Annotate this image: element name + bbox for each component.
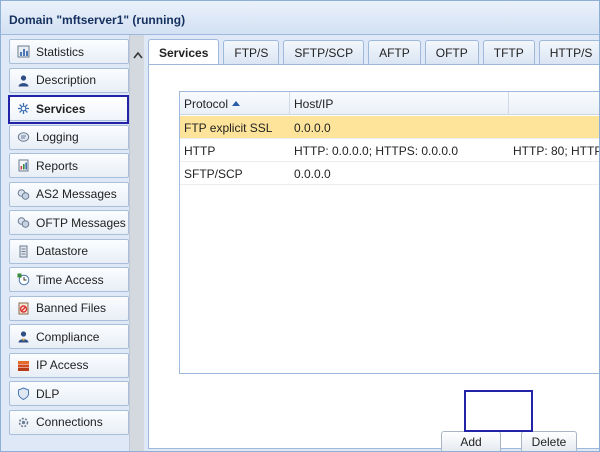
content-area: ServicesFTP/SSFTP/SCPAFTPOFTPTFTPHTTP/SW… [144, 35, 600, 451]
delete-button[interactable]: Delete [521, 431, 577, 451]
sidebar-item-label: Compliance [36, 329, 100, 344]
sidebar-item-label: Description [36, 73, 97, 87]
sidebar-item-label: Banned Files [36, 301, 107, 315]
tab-bar: ServicesFTP/SSFTP/SCPAFTPOFTPTFTPHTTP/SW… [148, 39, 599, 65]
table-row[interactable]: HTTP HTTP: 0.0.0.0; HTTPS: 0.0.0.0 HTTP: 8… [180, 139, 600, 162]
sort-ascending-icon [232, 101, 241, 106]
services-icon [17, 102, 30, 115]
time-access-icon [17, 273, 30, 286]
sidebar-item-banned-files[interactable]: Banned Files [9, 295, 129, 321]
tab-oftp[interactable]: OFTP [424, 40, 479, 64]
sidebar-scrollbar[interactable] [129, 35, 144, 451]
table-row[interactable]: SFTP/SCP 0.0.0.0 [180, 162, 599, 185]
oftp-messages-icon [17, 216, 30, 229]
sidebar-item-label: IP Access [36, 358, 89, 372]
sidebar-item-label: Connections [36, 415, 103, 429]
sidebar-item-oftp-messages[interactable]: OFTP Messages [9, 210, 129, 235]
table-cell-protocol: SFTP/SCP [184, 166, 243, 181]
sidebar-item-label: AS2 Messages [36, 187, 117, 201]
sidebar-item-label: Services [36, 101, 86, 116]
logging-icon [17, 131, 30, 144]
datastore-icon [17, 245, 30, 258]
table-cell-port [509, 116, 599, 139]
sidebar-item-dlp[interactable]: DLP [9, 381, 129, 406]
tab-tftp[interactable]: TFTP [482, 40, 535, 64]
sidebar-item-connections[interactable]: Connections [9, 409, 129, 435]
tab-ftp-s[interactable]: FTP/S [223, 40, 280, 64]
services-panel: Protocol Host/IP FTP explicit SSL 0.0.0.0… [148, 64, 600, 451]
compliance-icon [17, 330, 30, 343]
person-icon [17, 74, 30, 87]
table-row[interactable]: FTP explicit SSL 0.0.0.0 [180, 116, 599, 139]
table-cell-host: 0.0.0.0 [294, 166, 331, 181]
sidebar-item-label: Reports [36, 158, 79, 173]
sidebar-item-label: Statistics [36, 44, 85, 59]
table-cell-host: HTTP: 0.0.0.0; HTTPS: 0.0.0.0 [294, 143, 459, 158]
tab-services[interactable]: Services [148, 39, 220, 65]
sidebar-item-label: DLP [36, 386, 60, 401]
tab-http-s[interactable]: HTTP/S [538, 40, 599, 64]
sidebar-item-time-access[interactable]: Time Access [9, 267, 129, 292]
sidebar-item-description[interactable]: Description [9, 67, 129, 93]
column-header-host[interactable]: Host/IP [290, 92, 509, 115]
connections-icon [17, 416, 30, 429]
reports-icon [17, 159, 30, 172]
domain-window: Domain "mftserver1" (running) Statistics… [0, 0, 600, 452]
sidebar-item-reports[interactable]: Reports [9, 153, 129, 178]
table-cell-port [509, 162, 599, 185]
sidebar-item-label: Logging [36, 130, 79, 144]
table-cell-host: 0.0.0.0 [294, 120, 331, 135]
column-header-protocol[interactable]: Protocol [180, 92, 290, 115]
sidebar-item-label: OFTP Messages [36, 215, 126, 230]
table-cell-protocol: HTTP [184, 143, 216, 158]
column-header-port[interactable] [509, 92, 599, 115]
sidebar-item-datastore[interactable]: Datastore [9, 238, 129, 264]
chevron-up-icon[interactable] [131, 49, 144, 63]
sidebar-item-label: Time Access [36, 272, 104, 287]
as2-messages-icon [17, 188, 30, 201]
sidebar-item-ip-access[interactable]: IP Access [9, 352, 129, 378]
sidebar-item-services[interactable]: Services [9, 96, 129, 121]
table-cell-protocol: FTP explicit SSL [184, 120, 273, 135]
tab-aftp[interactable]: AFTP [368, 40, 421, 64]
sidebar-item-logging[interactable]: Logging [9, 124, 129, 150]
sidebar-item-statistics[interactable]: Statistics [9, 39, 129, 64]
sidebar-item-as2-messages[interactable]: AS2 Messages [9, 181, 129, 207]
sidebar-item-label: Datastore [36, 244, 89, 258]
banned-files-icon [17, 302, 30, 315]
statistics-icon [17, 45, 30, 58]
table-cell-port: HTTP: 80; HTTP [513, 143, 600, 158]
tab-sftp-scp[interactable]: SFTP/SCP [283, 40, 365, 64]
sidebar-item-compliance[interactable]: Compliance [9, 324, 129, 349]
sidebar-nav: Statistics Description Services Logging Repo… [9, 39, 129, 438]
ip-access-icon [17, 359, 30, 372]
services-table: Protocol Host/IP FTP explicit SSL 0.0.0.0… [179, 91, 600, 374]
dlp-icon [17, 387, 30, 400]
window-titlebar: Domain "mftserver1" (running) [1, 1, 599, 35]
table-header: Protocol Host/IP [180, 92, 599, 115]
sidebar: Statistics Description Services Logging Repo… [1, 35, 144, 451]
window-title: Domain "mftserver1" (running) [9, 13, 186, 27]
add-button[interactable]: Add [441, 431, 501, 451]
